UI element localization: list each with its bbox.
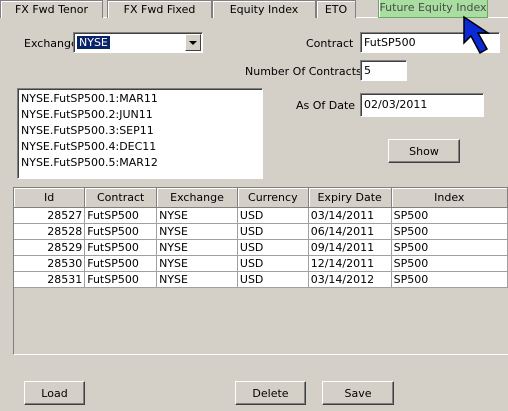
cell-expiry-date: 06/14/2011 [308, 223, 392, 240]
as-of-date-input[interactable]: 02/03/2011 [360, 93, 484, 117]
exchange-select[interactable]: NYSE [73, 32, 203, 53]
cell-id: 28527 [14, 207, 86, 224]
tab-fx-fwd-fixed[interactable]: FX Fwd Fixed [107, 0, 212, 18]
exchange-value: NYSE [77, 36, 110, 49]
cell-expiry-date: 03/14/2011 [308, 207, 392, 224]
num-contracts-value: 5 [364, 64, 371, 77]
load-button[interactable]: Load [24, 381, 85, 405]
exchange-dropdown-button[interactable] [185, 34, 201, 51]
column-header-id[interactable]: Id [14, 188, 86, 208]
cell-currency: USD [237, 239, 309, 256]
contracts-grid[interactable]: Id Contract Exchange Currency Expiry Dat… [13, 187, 508, 355]
contract-value: FutSP500 [364, 36, 416, 49]
delete-button[interactable]: Delete [235, 381, 306, 405]
cell-index: SP500 [391, 271, 508, 288]
cell-index: SP500 [391, 255, 508, 272]
cell-currency: USD [237, 271, 309, 288]
cell-contract: FutSP500 [84, 255, 158, 272]
contract-list[interactable]: NYSE.FutSP500.1:MAR11 NYSE.FutSP500.2:JU… [17, 88, 263, 179]
table-row[interactable]: 28531 FutSP500 NYSE USD 03/14/2012 SP500 [14, 271, 508, 288]
tab-strip: FX Fwd Tenor FX Fwd Fixed Equity Index E… [0, 0, 508, 18]
column-header-expiry-date[interactable]: Expiry Date [308, 188, 392, 208]
num-contracts-label: Number Of Contracts [245, 65, 362, 78]
cell-expiry-date: 12/14/2011 [308, 255, 392, 272]
column-header-currency[interactable]: Currency [237, 188, 309, 208]
cell-currency: USD [237, 255, 309, 272]
cell-currency: USD [237, 223, 309, 240]
list-item[interactable]: NYSE.FutSP500.5:MAR12 [21, 155, 259, 171]
list-item[interactable]: NYSE.FutSP500.3:SEP11 [21, 123, 259, 139]
cell-exchange: NYSE [156, 239, 238, 256]
table-row[interactable]: 28528 FutSP500 NYSE USD 06/14/2011 SP500 [14, 223, 508, 240]
table-row[interactable]: 28527 FutSP500 NYSE USD 03/14/2011 SP500 [14, 207, 508, 224]
as-of-date-value: 02/03/2011 [364, 98, 428, 111]
save-button[interactable]: Save [322, 381, 394, 405]
tab-eto[interactable]: ETO [316, 0, 356, 18]
contract-label: Contract [306, 37, 354, 50]
table-header: Id Contract Exchange Currency Expiry Dat… [14, 188, 508, 208]
mouse-pointer-icon [463, 15, 491, 55]
cell-id: 28530 [14, 255, 86, 272]
cell-id: 28528 [14, 223, 86, 240]
cell-exchange: NYSE [156, 207, 238, 224]
column-header-exchange[interactable]: Exchange [156, 188, 238, 208]
list-item[interactable]: NYSE.FutSP500.4:DEC11 [21, 139, 259, 155]
tab-fx-fwd-tenor[interactable]: FX Fwd Tenor [0, 0, 103, 18]
show-button[interactable]: Show [388, 139, 460, 163]
column-header-index[interactable]: Index [391, 188, 508, 208]
cell-id: 28529 [14, 239, 86, 256]
cell-expiry-date: 09/14/2011 [308, 239, 392, 256]
contracts-table: Id Contract Exchange Currency Expiry Dat… [14, 188, 508, 288]
cell-contract: FutSP500 [84, 271, 158, 288]
table-row[interactable]: 28530 FutSP500 NYSE USD 12/14/2011 SP500 [14, 255, 508, 272]
list-item[interactable]: NYSE.FutSP500.2:JUN11 [21, 107, 259, 123]
cell-contract: FutSP500 [84, 239, 158, 256]
as-of-date-label: As Of Date [296, 99, 356, 112]
cell-index: SP500 [391, 207, 508, 224]
cell-exchange: NYSE [156, 223, 238, 240]
cell-exchange: NYSE [156, 255, 238, 272]
cell-currency: USD [237, 207, 309, 224]
cell-id: 28531 [14, 271, 86, 288]
cell-contract: FutSP500 [84, 223, 158, 240]
table-row[interactable]: 28529 FutSP500 NYSE USD 09/14/2011 SP500 [14, 239, 508, 256]
tab-equity-index[interactable]: Equity Index [212, 0, 316, 18]
cell-index: SP500 [391, 239, 508, 256]
num-contracts-input[interactable]: 5 [360, 60, 407, 81]
chevron-down-icon [189, 40, 197, 45]
cell-expiry-date: 03/14/2012 [308, 271, 392, 288]
cell-index: SP500 [391, 223, 508, 240]
list-item[interactable]: NYSE.FutSP500.1:MAR11 [21, 91, 259, 107]
exchange-label: Exchange [24, 37, 78, 50]
cell-contract: FutSP500 [84, 207, 158, 224]
cell-exchange: NYSE [156, 271, 238, 288]
column-header-contract[interactable]: Contract [84, 188, 158, 208]
